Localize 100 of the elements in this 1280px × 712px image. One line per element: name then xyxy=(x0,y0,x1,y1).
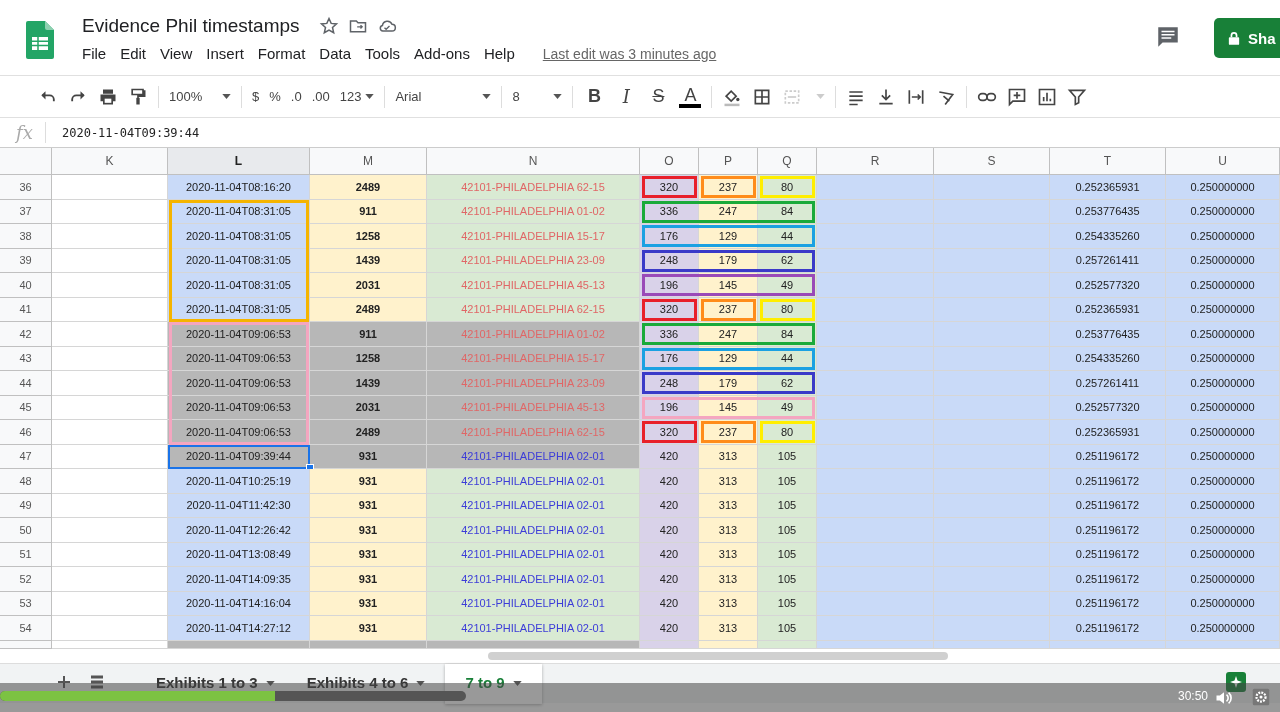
share-button[interactable]: Sha xyxy=(1214,18,1280,58)
menu-item[interactable]: View xyxy=(160,42,201,65)
row-header[interactable]: 46 xyxy=(0,420,52,445)
menu-item[interactable]: Help xyxy=(483,42,523,65)
paint-format-icon[interactable] xyxy=(128,86,148,107)
row-header[interactable]: 44 xyxy=(0,371,52,396)
menu-item[interactable]: Edit xyxy=(120,42,155,65)
formula-input[interactable]: 2020-11-04T09:39:44 xyxy=(62,125,200,140)
row-header[interactable]: 51 xyxy=(0,542,52,567)
explore-icon[interactable] xyxy=(1226,671,1246,692)
row-header[interactable]: 48 xyxy=(0,469,52,494)
column-header[interactable]: T xyxy=(1050,148,1166,175)
table-cell: 0.252365931 xyxy=(1050,297,1166,322)
table-cell: 1439 xyxy=(310,248,427,273)
row-header[interactable]: 39 xyxy=(0,248,52,273)
menu-item[interactable]: Add-ons xyxy=(414,42,478,65)
row-header[interactable]: 38 xyxy=(0,224,52,249)
table-cell: 105 xyxy=(758,518,817,543)
increase-decimal-button[interactable]: .00 xyxy=(311,89,330,104)
corner-cell[interactable] xyxy=(0,148,52,175)
column-header[interactable]: S xyxy=(934,148,1050,175)
row-header[interactable]: 45 xyxy=(0,395,52,420)
row-header[interactable]: 37 xyxy=(0,199,52,224)
column-header[interactable]: Q xyxy=(758,148,817,175)
zoom-dropdown[interactable]: 100% xyxy=(169,89,231,104)
row-header[interactable]: 50 xyxy=(0,518,52,543)
row-header[interactable]: 54 xyxy=(0,616,52,641)
column-header[interactable]: R xyxy=(817,148,934,175)
currency-button[interactable]: $ xyxy=(252,89,260,104)
caret-icon xyxy=(416,681,426,687)
table-cell: 42101-PHILADELPHIA 23-09 xyxy=(427,248,640,273)
row-header[interactable]: 41 xyxy=(0,297,52,322)
chart-icon[interactable] xyxy=(1037,86,1058,107)
table-cell: 420 xyxy=(640,542,699,567)
row-header[interactable]: 52 xyxy=(0,567,52,592)
row-header[interactable]: 43 xyxy=(0,346,52,371)
menu-item[interactable]: Insert xyxy=(206,42,252,65)
table-cell: 0.250000000 xyxy=(1166,567,1280,592)
row-header[interactable]: 53 xyxy=(0,591,52,616)
strikethrough-button[interactable]: S xyxy=(647,86,670,107)
column-header[interactable]: L xyxy=(168,148,310,175)
comment-add-icon[interactable] xyxy=(1007,86,1028,107)
document-title[interactable]: Evidence Phil timestamps xyxy=(82,15,300,37)
table-cell: 0.254335260 xyxy=(1050,224,1166,249)
table-cell: 2489 xyxy=(310,297,427,322)
row-header[interactable]: 47 xyxy=(0,444,52,469)
column-header[interactable]: K xyxy=(52,148,168,175)
table-cell: 0.250000000 xyxy=(1166,297,1280,322)
table-cell: 0.250000000 xyxy=(1166,273,1280,298)
table-cell: 42101-PHILADELPHIA 01-02 xyxy=(427,199,640,224)
table-cell: 2020-11-04T08:16:20 xyxy=(168,175,310,200)
table-cell: 0.250000000 xyxy=(1166,518,1280,543)
table-cell: 0.250000000 xyxy=(1166,469,1280,494)
table-cell: 42101-PHILADELPHIA 02-01 xyxy=(427,542,640,567)
add-sheet-icon[interactable] xyxy=(58,675,70,688)
star-icon[interactable] xyxy=(318,16,339,36)
table-cell: 0.250000000 xyxy=(1166,199,1280,224)
column-header[interactable]: U xyxy=(1166,148,1280,175)
row-header[interactable]: 42 xyxy=(0,322,52,347)
percent-button[interactable]: % xyxy=(269,89,281,104)
number-format-dropdown[interactable]: 123 xyxy=(339,89,375,104)
table-cell: 105 xyxy=(758,493,817,518)
scrollbar-thumb[interactable] xyxy=(488,651,948,660)
decrease-decimal-button[interactable]: .0 xyxy=(290,89,302,104)
text-color-button[interactable]: A xyxy=(679,85,702,108)
row-header[interactable]: 36 xyxy=(0,175,52,200)
italic-button[interactable]: I xyxy=(615,86,638,107)
sheet-tab[interactable]: 7 to 9 xyxy=(445,663,542,704)
caret-icon xyxy=(365,94,375,99)
font-dropdown[interactable]: Arial xyxy=(395,89,492,104)
table-cell: 0.251196172 xyxy=(1050,518,1166,543)
caret-icon xyxy=(265,681,275,687)
table-cell: 931 xyxy=(310,444,427,469)
menu-item[interactable]: File xyxy=(82,42,115,65)
video-progress-bar[interactable] xyxy=(0,691,466,701)
column-header[interactable]: P xyxy=(699,148,758,175)
table-cell: 931 xyxy=(310,567,427,592)
column-header[interactable]: N xyxy=(427,148,640,175)
table-cell: 105 xyxy=(758,591,817,616)
table-cell: 2020-11-04T12:26:42 xyxy=(168,518,310,543)
sheet-tab[interactable]: Exhibits 4 to 6 xyxy=(294,663,446,704)
table-cell: 0.251196172 xyxy=(1050,567,1166,592)
bold-button[interactable]: B xyxy=(583,86,606,107)
menu-item[interactable]: Tools xyxy=(365,42,409,65)
table-cell: 0.252577320 xyxy=(1050,273,1166,298)
column-header[interactable]: M xyxy=(310,148,427,175)
table-cell: 0.252365931 xyxy=(1050,420,1166,445)
menu-item[interactable]: Data xyxy=(319,42,359,65)
row-header[interactable]: 49 xyxy=(0,493,52,518)
table-cell: 2489 xyxy=(310,420,427,445)
table-cell: 42101-PHILADELPHIA 02-01 xyxy=(427,567,640,592)
sheet-tab[interactable]: Exhibits 1 to 3 xyxy=(144,663,295,704)
sheet-list-icon[interactable] xyxy=(90,674,104,689)
table-cell: 42101-PHILADELPHIA 02-01 xyxy=(427,469,640,494)
sheets-logo-icon[interactable] xyxy=(26,21,54,59)
column-header[interactable]: O xyxy=(640,148,699,175)
row-header[interactable]: 40 xyxy=(0,273,52,298)
menu-item[interactable]: Format xyxy=(257,42,314,65)
font-size-dropdown[interactable]: 8 xyxy=(512,89,563,104)
last-edit-link[interactable]: Last edit was 3 minutes ago xyxy=(542,45,717,62)
